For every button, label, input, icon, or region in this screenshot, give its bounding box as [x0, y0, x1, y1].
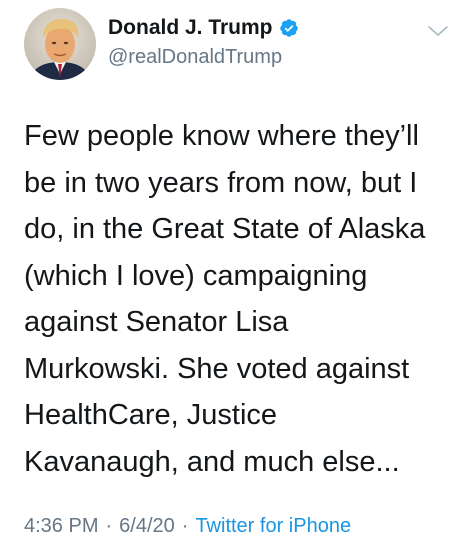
tweet: Donald J. Trump @realDonaldTrump Few peo…	[0, 0, 474, 547]
author-handle[interactable]: @realDonaldTrump	[108, 46, 282, 69]
tweet-source-link[interactable]: Twitter for iPhone	[195, 515, 351, 537]
display-name[interactable]: Donald J. Trump	[108, 16, 273, 40]
tweet-date[interactable]: 6/4/20	[119, 515, 175, 537]
meta-separator: ·	[181, 515, 189, 537]
meta-separator: ·	[105, 515, 113, 537]
verified-badge-icon	[279, 19, 298, 37]
author-name-row[interactable]: Donald J. Trump	[108, 14, 299, 42]
tweet-meta: 4:36 PM · 6/4/20 · Twitter for iPhone	[24, 515, 351, 538]
chevron-down-icon[interactable]	[426, 22, 450, 40]
profile-photo-icon	[24, 8, 96, 80]
avatar[interactable]	[24, 8, 96, 80]
tweet-text: Few people know where they’ll be in two …	[24, 120, 426, 478]
tweet-time[interactable]: 4:36 PM	[24, 515, 98, 537]
